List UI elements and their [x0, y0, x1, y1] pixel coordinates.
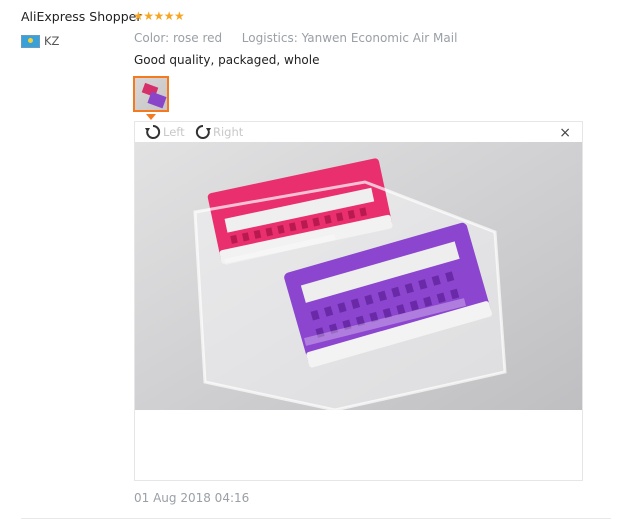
review-date: 01 Aug 2018 04:16 — [134, 491, 250, 505]
photo-viewer: Left Right × — [134, 121, 583, 481]
viewer-toolbar: Left Right × — [135, 122, 582, 142]
color-label: Color: — [134, 31, 170, 45]
reviewer-name: AliExpress Shopper — [21, 9, 142, 24]
review-photo — [135, 142, 582, 410]
rotate-left-icon — [145, 124, 161, 139]
rating-stars: ★★★★★ — [133, 9, 185, 23]
logistics-value: Yanwen Economic Air Mail — [301, 31, 458, 45]
review-item: AliExpress Shopper ★★★★★ KZ Color: rose … — [0, 0, 625, 521]
country-code: KZ — [44, 34, 60, 48]
rotate-right-icon — [195, 124, 211, 139]
review-divider — [21, 518, 611, 519]
reviewer-country: KZ — [21, 34, 59, 48]
logistics-label: Logistics: — [241, 31, 298, 45]
product-attributes: Color: rose red Logistics: Yanwen Econom… — [134, 31, 457, 45]
thumbnail-pointer — [146, 114, 156, 120]
rotate-right-label: Right — [213, 125, 244, 139]
rotate-right-button[interactable]: Right — [194, 123, 243, 141]
review-text: Good quality, packaged, whole — [134, 53, 320, 67]
flag-icon — [21, 34, 40, 48]
rotate-left-button[interactable]: Left — [144, 123, 185, 141]
close-viewer-button[interactable]: × — [559, 126, 571, 140]
product-photo-illustration — [135, 142, 582, 410]
rotate-left-label: Left — [163, 125, 185, 139]
review-photo-thumbnail[interactable] — [133, 76, 169, 112]
color-value: rose red — [173, 31, 223, 45]
